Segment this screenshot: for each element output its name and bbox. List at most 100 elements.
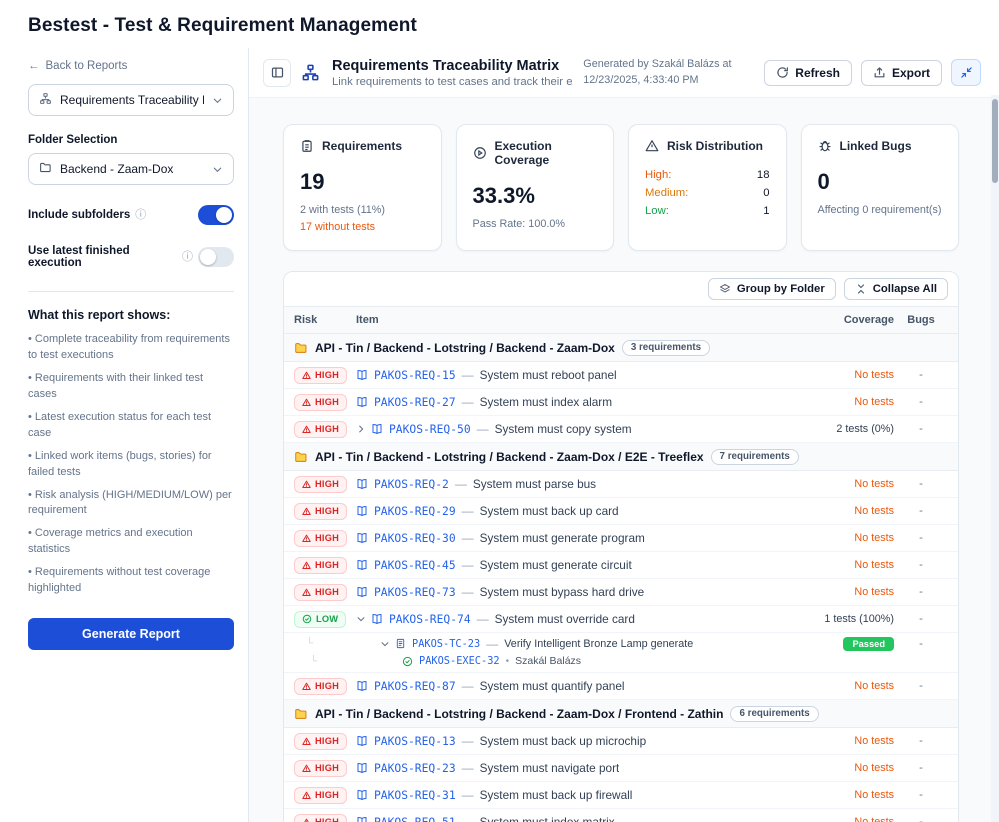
- requirement-link[interactable]: PAKOS-REQ-13: [374, 735, 456, 748]
- folder-group-row[interactable]: API - Tin / Backend - Lotstring / Backen…: [284, 700, 958, 728]
- group-by-folder-button[interactable]: Group by Folder: [708, 278, 836, 300]
- back-to-reports-link[interactable]: ← Back to Reports: [28, 60, 234, 72]
- requirement-link[interactable]: PAKOS-REQ-15: [374, 369, 456, 382]
- requirement-link[interactable]: PAKOS-REQ-23: [374, 762, 456, 775]
- requirement-row[interactable]: HIGHPAKOS-REQ-29—System must back up car…: [284, 498, 958, 525]
- report-body: Requirements 19 2 with tests (11%) 17 wi…: [249, 98, 999, 822]
- chevron-down-icon[interactable]: [356, 614, 366, 624]
- requirement-title: System must parse bus: [473, 477, 596, 491]
- coverage-cell: No tests: [782, 532, 894, 544]
- requirement-icon: [371, 423, 383, 435]
- requirement-count-badge: 3 requirements: [622, 340, 710, 356]
- requirement-link[interactable]: PAKOS-REQ-29: [374, 505, 456, 518]
- requirement-row[interactable]: HIGHPAKOS-REQ-51—System must index matri…: [284, 809, 958, 822]
- requirement-link[interactable]: PAKOS-REQ-31: [374, 789, 456, 802]
- requirement-link[interactable]: PAKOS-REQ-50: [389, 423, 471, 436]
- bugs-count: 0: [818, 169, 943, 195]
- chevron-right-icon[interactable]: [356, 424, 366, 434]
- test-case-row[interactable]: PAKOS-TC-23—Verify Intelligent Bronze La…: [284, 633, 958, 654]
- execution-status-badge: Passed: [843, 637, 894, 651]
- risk-cell: HIGH: [294, 678, 356, 695]
- toggle-panel-button[interactable]: [263, 59, 291, 87]
- requirement-row[interactable]: HIGHPAKOS-REQ-50—System must copy system…: [284, 416, 958, 443]
- collapse-view-button[interactable]: [951, 59, 981, 86]
- requirement-icon: [356, 369, 368, 381]
- requirement-link[interactable]: PAKOS-REQ-73: [374, 586, 456, 599]
- table-header-row: Risk Item Coverage Bugs: [284, 307, 958, 334]
- requirement-link[interactable]: PAKOS-REQ-74: [389, 613, 471, 626]
- coverage-cell: No tests: [782, 396, 894, 408]
- item-cell: PAKOS-REQ-29—System must back up card: [356, 504, 782, 518]
- requirement-link[interactable]: PAKOS-REQ-27: [374, 396, 456, 409]
- chevron-down-icon[interactable]: [380, 639, 390, 649]
- report-title-block: Requirements Traceability Matrix Link re…: [332, 58, 573, 88]
- requirement-row[interactable]: HIGHPAKOS-REQ-27—System must index alarm…: [284, 389, 958, 416]
- requirement-row[interactable]: HIGHPAKOS-REQ-23—System must navigate po…: [284, 755, 958, 782]
- column-coverage: Coverage: [782, 314, 894, 326]
- risk-card-label: Risk Distribution: [667, 139, 763, 153]
- collapse-all-button[interactable]: Collapse All: [844, 278, 948, 300]
- report-bullet: Requirements without test coverage highl…: [28, 565, 234, 597]
- requirement-title: System must back up firewall: [480, 788, 633, 802]
- requirement-link[interactable]: PAKOS-REQ-51: [374, 816, 456, 822]
- folder-icon: [294, 450, 308, 464]
- scrollbar-thumb[interactable]: [992, 99, 998, 183]
- risk-cell: HIGH: [294, 584, 356, 601]
- risk-cell: HIGH: [294, 503, 356, 520]
- item-cell: PAKOS-REQ-13—System must back up microch…: [356, 734, 782, 748]
- requirements-with-tests: 2 with tests (11%): [300, 202, 425, 219]
- coverage-cell: Passed: [782, 636, 894, 651]
- requirement-row[interactable]: HIGHPAKOS-REQ-73—System must bypass hard…: [284, 579, 958, 606]
- item-separator: —: [462, 585, 474, 599]
- requirement-link[interactable]: PAKOS-REQ-30: [374, 532, 456, 545]
- sidebar-divider: [28, 291, 234, 292]
- toggle-knob: [200, 249, 216, 265]
- report-bullet: Coverage metrics and execution statistic…: [28, 526, 234, 558]
- group-by-icon: [719, 283, 731, 295]
- include-subfolders-toggle[interactable]: [198, 205, 234, 225]
- export-button[interactable]: Export: [861, 60, 942, 86]
- folder-name: API - Tin / Backend - Lotstring / Backen…: [315, 450, 704, 464]
- requirement-link[interactable]: PAKOS-REQ-87: [374, 680, 456, 693]
- requirement-row[interactable]: HIGHPAKOS-REQ-13—System must back up mic…: [284, 728, 958, 755]
- item-cell: PAKOS-REQ-30—System must generate progra…: [356, 531, 782, 545]
- item-separator: —: [462, 815, 474, 822]
- group-by-label: Group by Folder: [737, 283, 825, 295]
- main-scrollbar[interactable]: [991, 95, 999, 822]
- folder-select[interactable]: Backend - Zaam-Dox: [28, 153, 234, 185]
- bugs-cell: -: [894, 638, 948, 650]
- execution-link[interactable]: PAKOS-EXEC-32: [419, 655, 500, 667]
- table-body: API - Tin / Backend - Lotstring / Backen…: [284, 334, 958, 822]
- item-separator: —: [462, 368, 474, 382]
- requirement-row[interactable]: LOWPAKOS-REQ-74—System must override car…: [284, 606, 958, 633]
- requirements-card: Requirements 19 2 with tests (11%) 17 wi…: [283, 124, 442, 251]
- folder-group-row[interactable]: API - Tin / Backend - Lotstring / Backen…: [284, 334, 958, 362]
- requirement-row[interactable]: HIGHPAKOS-REQ-45—System must generate ci…: [284, 552, 958, 579]
- export-label: Export: [892, 66, 930, 80]
- report-type-select[interactable]: Requirements Traceability Matri: [28, 84, 234, 116]
- refresh-button[interactable]: Refresh: [764, 60, 852, 86]
- risk-high-row: High: 18: [645, 169, 770, 181]
- folder-group-row[interactable]: API - Tin / Backend - Lotstring / Backen…: [284, 443, 958, 471]
- requirement-title: System must back up card: [480, 504, 619, 518]
- test-case-link[interactable]: PAKOS-TC-23: [412, 638, 480, 650]
- risk-medium-row: Medium: 0: [645, 187, 770, 199]
- requirement-row[interactable]: HIGHPAKOS-REQ-87—System must quantify pa…: [284, 673, 958, 700]
- traceability-table: Group by Folder Collapse All Risk Item C…: [283, 271, 959, 822]
- requirement-link[interactable]: PAKOS-REQ-45: [374, 559, 456, 572]
- requirement-row[interactable]: HIGHPAKOS-REQ-2—System must parse busNo …: [284, 471, 958, 498]
- requirement-row[interactable]: HIGHPAKOS-REQ-30—System must generate pr…: [284, 525, 958, 552]
- use-latest-execution-toggle[interactable]: [198, 247, 234, 267]
- item-cell: PAKOS-REQ-73—System must bypass hard dri…: [356, 585, 782, 599]
- coverage-cell: No tests: [782, 789, 894, 801]
- report-subtitle: Link requirements to test cases and trac…: [332, 76, 573, 88]
- bugs-cell: -: [894, 680, 948, 692]
- page-title: Bestest - Test & Requirement Management: [0, 0, 999, 48]
- requirement-row[interactable]: HIGHPAKOS-REQ-31—System must back up fir…: [284, 782, 958, 809]
- generated-at-line: 12/23/2025, 4:33:40 PM: [583, 73, 755, 89]
- requirement-row[interactable]: HIGHPAKOS-REQ-15—System must reboot pane…: [284, 362, 958, 389]
- execution-row[interactable]: PAKOS-EXEC-32•Szakál Balázs: [284, 654, 958, 673]
- generate-report-button[interactable]: Generate Report: [28, 618, 234, 650]
- requirement-link[interactable]: PAKOS-REQ-2: [374, 478, 449, 491]
- bugs-cell: -: [894, 505, 948, 517]
